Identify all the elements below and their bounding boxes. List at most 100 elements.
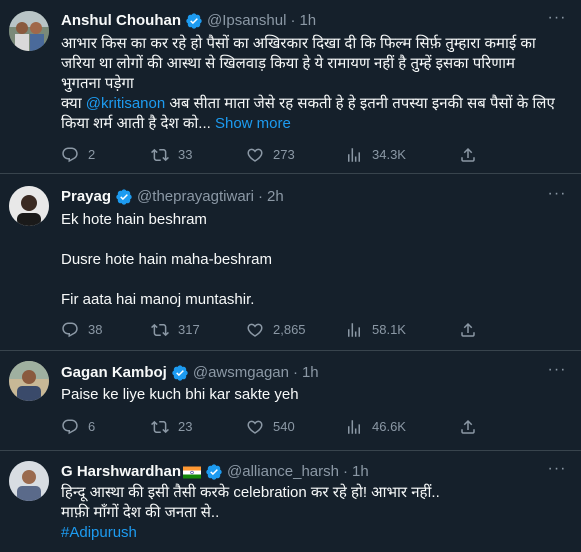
timestamp[interactable]: 1h <box>352 462 369 482</box>
like-button[interactable]: 273 <box>246 145 295 165</box>
retweet-button[interactable]: 317 <box>151 320 200 340</box>
like-count: 2,865 <box>273 322 306 337</box>
retweet-icon <box>151 321 169 339</box>
reply-icon <box>61 146 79 164</box>
like-icon <box>246 146 264 164</box>
reply-button[interactable]: 2 <box>61 145 95 165</box>
like-icon <box>246 418 264 436</box>
tweet-text-line: क्या @kritisanon अब सीता माता जेसे रह सक… <box>61 94 569 114</box>
username[interactable]: @alliance_harsh <box>227 462 339 482</box>
reply-count: 2 <box>88 147 96 162</box>
tweet-text-line: Dusre hote hain maha-beshram <box>61 251 272 268</box>
more-icon[interactable]: ··· <box>547 362 567 382</box>
tweet-actions: 2 33 273 34.3K <box>61 145 569 165</box>
share-icon <box>459 321 477 339</box>
username[interactable]: @theprayagtiwari <box>137 187 254 207</box>
share-button[interactable] <box>459 417 477 437</box>
tweet-text-line: Ek hote hain beshram <box>61 211 207 228</box>
share-button[interactable] <box>459 145 477 165</box>
tweet-header: Prayag @theprayagtiwari · 2h <box>61 187 284 207</box>
view-count: 58.1K <box>372 322 406 337</box>
view-count: 34.3K <box>372 147 406 162</box>
share-icon <box>459 146 477 164</box>
verified-badge-icon <box>205 463 223 481</box>
tweet-text-line: आभार किस का कर रहे हो पैसों का अखिरकार द… <box>61 35 536 52</box>
views-button[interactable]: 58.1K <box>345 320 406 340</box>
avatar[interactable] <box>9 186 49 226</box>
username[interactable]: @Ipsanshul <box>207 11 286 31</box>
avatar[interactable] <box>9 361 49 401</box>
views-button[interactable]: 46.6K <box>345 417 406 437</box>
more-icon[interactable]: ··· <box>547 461 567 481</box>
separator: · <box>290 12 296 29</box>
like-button[interactable]: 540 <box>246 417 295 437</box>
like-count: 273 <box>273 147 295 162</box>
timestamp[interactable]: 2h <box>267 187 284 207</box>
like-icon <box>246 321 264 339</box>
share-button[interactable] <box>459 320 477 340</box>
verified-badge-icon <box>115 188 133 206</box>
tweet-actions: 38 317 2,865 58.1K <box>61 320 569 340</box>
verified-badge-icon <box>185 12 203 30</box>
like-count: 540 <box>273 419 295 434</box>
text-fragment: अब सीता माता जेसे रह सकती हे हे इतनी तपस… <box>165 95 555 112</box>
tweet-header: G Harshwardhan @alliance_harsh · 1h <box>61 462 369 482</box>
avatar[interactable] <box>9 11 49 51</box>
retweet-icon <box>151 146 169 164</box>
tweet-gagan-kamboj[interactable]: Gagan Kamboj @awsmgagan · 1h ··· Paise k… <box>0 351 581 451</box>
more-icon[interactable]: ··· <box>547 10 567 30</box>
views-icon <box>345 146 363 164</box>
display-name[interactable]: G Harshwardhan <box>61 462 181 482</box>
retweet-count: 33 <box>178 147 193 162</box>
tweet-text-line: जरिया था लोगों की आस्था से खिलवाड़ किया … <box>61 55 515 72</box>
tweet-text-line: किया शर्म आती है देश को... Show more <box>61 114 569 134</box>
reply-icon <box>61 418 79 436</box>
retweet-button[interactable]: 23 <box>151 417 192 437</box>
display-name[interactable]: Anshul Chouhan <box>61 11 181 31</box>
reply-button[interactable]: 38 <box>61 320 102 340</box>
retweet-button[interactable]: 33 <box>151 145 192 165</box>
tweet-text-line: भुगतना पड़ेगा <box>61 75 134 92</box>
username[interactable]: @awsmgagan <box>193 363 289 383</box>
views-icon <box>345 321 363 339</box>
tweet-actions: 6 23 540 46.6K <box>61 417 569 437</box>
views-button[interactable]: 34.3K <box>345 145 406 165</box>
india-flag-icon <box>183 466 202 478</box>
retweet-count: 23 <box>178 419 193 434</box>
tweet-text-line: माफ़ी माँगों देश की जनता से.. <box>61 504 220 521</box>
avatar[interactable] <box>9 461 49 501</box>
hashtag-link[interactable]: #Adipurush <box>61 523 569 543</box>
tweet-text: Paise ke liye kuch bhi kar sakte yeh <box>61 385 569 405</box>
mention-link[interactable]: @kritisanon <box>86 95 165 112</box>
tweet-text: Ek hote hain beshram Dusre hote hain mah… <box>61 210 569 310</box>
reply-icon <box>61 321 79 339</box>
text-fragment: किया शर्म आती है देश को... <box>61 115 211 132</box>
tweet-text-line: हिन्दू आस्था की इसी तैसी करके celebratio… <box>61 484 440 501</box>
separator: · <box>258 188 263 205</box>
tweet-prayag[interactable]: Prayag @theprayagtiwari · 2h ··· Ek hote… <box>0 174 581 351</box>
show-more-link[interactable]: Show more <box>211 115 291 132</box>
retweet-icon <box>151 418 169 436</box>
like-button[interactable]: 2,865 <box>246 320 306 340</box>
tweet-anshul-chouhan[interactable]: Anshul Chouhan @Ipsanshul · 1h ··· आभार … <box>0 0 581 174</box>
tweet-text: आभार किस का कर रहे हो पैसों का अखिरकार द… <box>61 34 569 134</box>
more-icon[interactable]: ··· <box>547 186 567 206</box>
timestamp[interactable]: 1h <box>302 363 319 383</box>
views-icon <box>345 418 363 436</box>
tweet-g-harshwardhan[interactable]: G Harshwardhan @alliance_harsh · 1h ··· … <box>0 451 581 552</box>
display-name[interactable]: Prayag <box>61 187 111 207</box>
tweet-header: Gagan Kamboj @awsmgagan · 1h <box>61 363 319 383</box>
reply-button[interactable]: 6 <box>61 417 95 437</box>
retweet-count: 317 <box>178 322 200 337</box>
tweet-text-line: Fir aata hai manoj muntashir. <box>61 291 255 308</box>
tweet-text: हिन्दू आस्था की इसी तैसी करके celebratio… <box>61 483 569 543</box>
separator: · <box>343 463 348 480</box>
reply-count: 6 <box>88 419 96 434</box>
timestamp[interactable]: 1h <box>299 11 316 31</box>
tweet-text-line: Paise ke liye kuch bhi kar sakte yeh <box>61 386 299 403</box>
separator: · <box>292 364 298 381</box>
view-count: 46.6K <box>372 419 406 434</box>
verified-badge-icon <box>171 364 189 382</box>
display-name[interactable]: Gagan Kamboj <box>61 363 167 383</box>
text-fragment: क्या <box>61 95 86 112</box>
